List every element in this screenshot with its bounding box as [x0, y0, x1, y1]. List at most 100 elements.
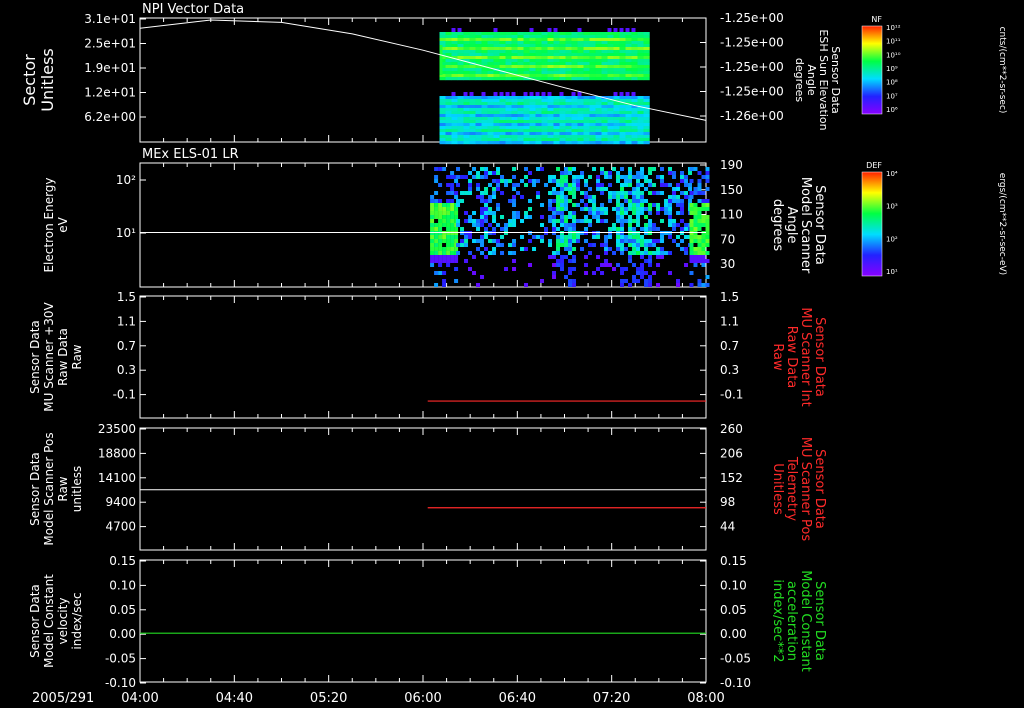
- spectrogram-pixel: [517, 99, 524, 103]
- spectrogram-pixel: [512, 211, 517, 215]
- spectrogram-pixel: [505, 96, 512, 100]
- spectrogram-pixel: [446, 223, 451, 227]
- spectrogram-pixel: [644, 271, 649, 275]
- spectrogram-pixel: [640, 251, 645, 255]
- spectrogram-pixel: [660, 179, 665, 183]
- spectrogram-pixel: [523, 114, 530, 118]
- spectrogram-pixel: [572, 183, 577, 187]
- spectrogram-pixel: [580, 219, 585, 223]
- spectrogram-pixel: [701, 247, 706, 251]
- spectrogram-pixel: [468, 235, 473, 239]
- right-tick-label: -0.1: [720, 388, 743, 402]
- spectrogram-pixel: [631, 132, 638, 136]
- spectrogram-pixel: [572, 227, 577, 231]
- spectrogram-pixel: [541, 53, 548, 57]
- spectrogram-pixel: [595, 38, 602, 42]
- spectrogram-pixel: [631, 50, 638, 54]
- spectrogram-pixel: [560, 175, 565, 179]
- spectrogram-pixel: [632, 175, 637, 179]
- spectrogram-pixel: [547, 126, 554, 130]
- spectrogram-pixel: [472, 219, 477, 223]
- right-tick-label: -1.25e+00: [720, 85, 784, 99]
- spectrogram-pixel: [451, 129, 458, 133]
- spectrogram-pixel: [463, 96, 470, 100]
- spectrogram-pixel: [560, 215, 565, 219]
- spectrogram-pixel: [701, 215, 706, 219]
- spectrogram-pixel: [568, 279, 573, 283]
- spectrogram-pixel: [556, 167, 561, 171]
- spectrogram-pixel: [536, 235, 541, 239]
- spectrogram-pixel: [450, 183, 455, 187]
- spectrogram-pixel: [613, 47, 620, 51]
- spectrogram-pixel: [481, 47, 488, 51]
- spectrogram-pixel: [589, 129, 596, 133]
- spectrogram-pixel: [544, 183, 549, 187]
- spectrogram-pixel: [680, 179, 685, 183]
- spectrogram-pixel: [556, 227, 561, 231]
- spectrogram-pixel: [499, 96, 506, 100]
- spectrogram-pixel: [535, 96, 542, 100]
- spectrogram-pixel: [535, 65, 542, 69]
- spectrogram-pixel: [496, 179, 501, 183]
- spectrogram-pixel: [493, 41, 500, 45]
- spectrogram-pixel: [637, 138, 644, 142]
- spectrogram-pixel: [592, 195, 597, 199]
- spectrogram-pixel: [481, 129, 488, 133]
- spectrogram-pixel: [636, 211, 641, 215]
- spectrogram-pixel: [637, 96, 644, 100]
- right-axis-label: Sensor Data: [812, 317, 827, 397]
- spectrogram-pixel: [524, 211, 529, 215]
- spectrogram-pixel: [571, 99, 578, 103]
- spectrogram-pixel: [517, 32, 524, 36]
- spectrogram-pixel: [689, 251, 694, 255]
- spectrogram-pixel: [516, 215, 521, 219]
- spectrogram-pixel: [559, 99, 566, 103]
- spectrogram-pixel: [559, 132, 566, 136]
- spectrogram-pixel: [523, 117, 530, 121]
- spectrogram-pixel: [632, 247, 637, 251]
- spectrogram-pixel: [548, 179, 553, 183]
- spectrogram-pixel: [620, 279, 625, 283]
- spectrogram-pixel: [640, 203, 645, 207]
- spectrogram-pixel: [493, 129, 500, 133]
- spectrogram-pixel: [493, 38, 500, 42]
- spectrogram-pixel: [541, 117, 548, 121]
- spectrogram-pixel: [619, 120, 626, 124]
- spectrogram-pixel: [505, 117, 512, 121]
- spectrogram-pixel: [511, 38, 518, 42]
- spectrogram-pixel: [445, 77, 452, 81]
- spectrogram-pixel: [577, 141, 584, 145]
- spectrogram-pixel: [619, 32, 626, 36]
- spectrogram-pixel: [523, 92, 528, 96]
- spectrogram-pixel: [571, 38, 578, 42]
- spectrogram-pixel: [584, 255, 589, 259]
- spectrogram-pixel: [632, 279, 637, 283]
- spectrogram-pixel: [468, 179, 473, 183]
- spectrogram-pixel: [572, 191, 577, 195]
- spectrogram-pixel: [595, 126, 602, 130]
- spectrogram-pixel: [430, 227, 435, 231]
- spectrogram-pixel: [450, 227, 455, 231]
- spectrogram-pixel: [656, 255, 661, 259]
- spectrogram-pixel: [556, 203, 561, 207]
- spectrogram-pixel: [446, 243, 451, 247]
- spectrogram-pixel: [460, 175, 465, 179]
- spectrogram-pixel: [559, 120, 566, 124]
- spectrogram-pixel: [637, 74, 644, 78]
- spectrogram-pixel: [565, 102, 572, 106]
- spectrogram-pixel: [560, 211, 565, 215]
- spectrogram-pixel: [631, 96, 638, 100]
- spectrogram-pixel: [697, 251, 702, 255]
- spectrogram-pixel: [529, 65, 536, 69]
- right-axis-label: acceleration: [784, 581, 799, 661]
- spectrogram-pixel: [584, 271, 589, 275]
- spectrogram-pixel: [493, 108, 500, 112]
- spectrogram-pixel: [442, 259, 447, 263]
- spectrogram-pixel: [529, 74, 536, 78]
- spectrogram-pixel: [648, 203, 653, 207]
- spectrogram-pixel: [553, 108, 560, 112]
- spectrogram-pixel: [636, 183, 641, 187]
- spectrogram-pixel: [517, 120, 524, 124]
- spectrogram-pixel: [595, 47, 602, 51]
- spectrogram-pixel: [463, 99, 470, 103]
